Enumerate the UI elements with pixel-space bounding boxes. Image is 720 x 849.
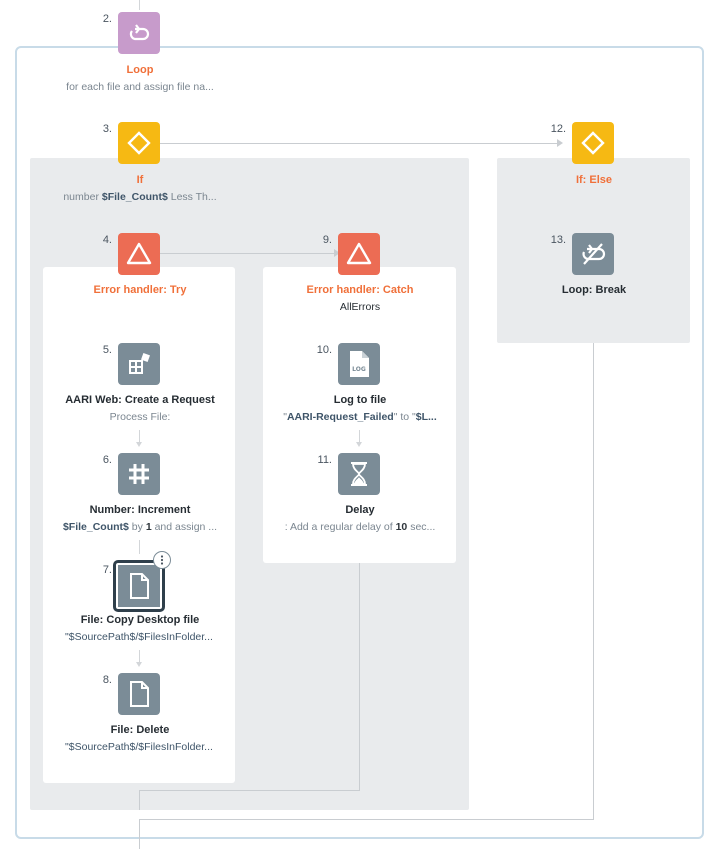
step-title: Loop: Break bbox=[561, 284, 627, 296]
arrow-down-icon bbox=[136, 662, 142, 667]
arrow-right-icon bbox=[557, 139, 563, 147]
step-description: Process File: bbox=[109, 411, 171, 423]
warning-triangle-icon[interactable] bbox=[118, 233, 160, 275]
connector bbox=[139, 540, 140, 554]
step-title: Error handler: Catch bbox=[306, 284, 414, 296]
step-title: If: Else bbox=[575, 174, 613, 186]
step-description: : Add a regular delay of 10 sec... bbox=[284, 521, 436, 533]
try-catch-connector bbox=[160, 253, 337, 254]
step-title: Loop bbox=[126, 64, 154, 76]
diamond-icon[interactable] bbox=[572, 122, 614, 164]
step-title: Log to file bbox=[333, 394, 387, 406]
step-title: Delay bbox=[345, 504, 375, 516]
if-else-connector bbox=[160, 143, 560, 144]
else-exit-connector bbox=[593, 343, 594, 819]
step-title: Number: Increment bbox=[89, 504, 191, 516]
hash-icon[interactable] bbox=[118, 453, 160, 495]
step-description: for each file and assign file na... bbox=[66, 81, 214, 93]
step-title: AARI Web: Create a Request bbox=[65, 394, 215, 406]
loop-exit-connector bbox=[145, 819, 594, 820]
arrow-down-icon bbox=[136, 442, 142, 447]
step-title: File: Copy Desktop file bbox=[80, 614, 200, 626]
loop-icon[interactable] bbox=[118, 12, 160, 54]
step-description: "AARI-Request_Failed" to "$L... bbox=[283, 411, 437, 423]
arrow-down-icon bbox=[356, 442, 362, 447]
step-subtitle: AllErrors bbox=[339, 301, 381, 313]
step-description: number $File_Count$ Less Th... bbox=[63, 191, 217, 203]
connector bbox=[139, 0, 140, 10]
more-vertical-icon[interactable] bbox=[153, 551, 171, 569]
step-title: File: Delete bbox=[110, 724, 170, 736]
step-number: 5. bbox=[102, 344, 112, 356]
step-number: 7. bbox=[102, 564, 112, 576]
step-number: 2. bbox=[102, 13, 112, 25]
step-number: 9. bbox=[322, 234, 332, 246]
step-number: 12. bbox=[550, 123, 566, 135]
step-description: "$SourcePath$/$FilesInFolder... bbox=[65, 741, 213, 753]
step-number: 4. bbox=[102, 234, 112, 246]
merge-connector bbox=[139, 790, 140, 810]
file-icon[interactable] bbox=[118, 673, 160, 715]
step-title: If bbox=[136, 174, 144, 186]
log-file-icon[interactable]: LOG bbox=[338, 343, 380, 385]
step-title: Error handler: Try bbox=[93, 284, 187, 296]
diamond-icon[interactable] bbox=[118, 122, 160, 164]
step-number: 13. bbox=[550, 234, 566, 246]
loop-exit-connector bbox=[139, 819, 140, 849]
aari-web-icon[interactable] bbox=[118, 343, 160, 385]
step-number: 11. bbox=[317, 454, 332, 466]
catch-exit-connector bbox=[359, 563, 360, 791]
svg-text:LOG: LOG bbox=[352, 366, 366, 373]
step-number: 8. bbox=[102, 674, 112, 686]
merge-connector bbox=[145, 790, 360, 791]
merge-connector bbox=[139, 790, 147, 791]
step-description: $File_Count$ by 1 and assign ... bbox=[62, 521, 218, 533]
hourglass-icon[interactable] bbox=[338, 453, 380, 495]
loop-break-icon[interactable] bbox=[572, 233, 614, 275]
step-number: 6. bbox=[102, 454, 112, 466]
warning-triangle-icon[interactable] bbox=[338, 233, 380, 275]
step-number: 3. bbox=[102, 123, 112, 135]
step-description: "$SourcePath$/$FilesInFolder... bbox=[65, 631, 213, 643]
step-number: 10. bbox=[316, 344, 332, 356]
loop-exit-connector bbox=[139, 819, 147, 820]
